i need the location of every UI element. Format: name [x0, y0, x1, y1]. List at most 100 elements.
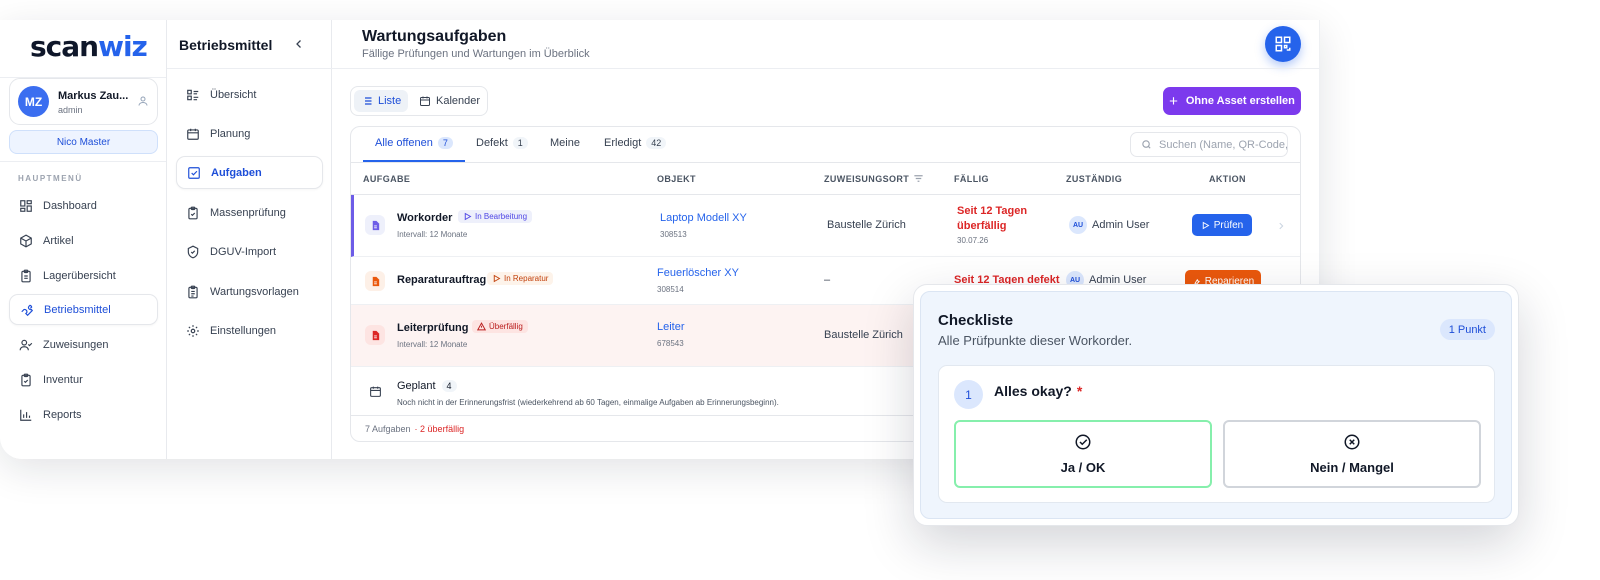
- answer-yes-button[interactable]: Ja / OK: [954, 420, 1212, 488]
- planned-count: 4: [441, 380, 457, 392]
- answer-no-button[interactable]: Nein / Mangel: [1223, 420, 1481, 488]
- qr-scan-button[interactable]: [1265, 26, 1301, 62]
- tab-count: 7: [437, 137, 453, 149]
- sidebar-item-reports[interactable]: Reports: [9, 399, 158, 430]
- checklist-title: Checkliste: [938, 312, 1014, 329]
- subnav-item-dguv-import[interactable]: DGUV-Import: [176, 235, 323, 268]
- column-header: AKTION: [1209, 174, 1246, 184]
- filter-icon[interactable]: [913, 173, 924, 184]
- sidebar-item-label: Artikel: [43, 234, 74, 247]
- page-subtitle: Fällige Prüfungen und Wartungen im Überb…: [362, 48, 590, 60]
- document-icon: [365, 271, 385, 291]
- subnav-item-label: Übersicht: [210, 88, 257, 101]
- subnav-item-wartungsvorlagen[interactable]: Wartungsvorlagen: [176, 275, 323, 308]
- required-mark: *: [1076, 383, 1083, 399]
- dashboard-icon: [20, 199, 32, 212]
- subnav-item-einstellungen[interactable]: Einstellungen: [176, 314, 323, 347]
- assignee-avatar: AU: [1069, 216, 1087, 234]
- clipboard-check-icon: [188, 206, 198, 219]
- x-circle-icon: [1344, 434, 1360, 450]
- subnav-item-uebersicht[interactable]: Übersicht: [176, 78, 323, 111]
- sidebar-item-lageruebersicht[interactable]: Lagerübersicht: [9, 260, 158, 291]
- tab-meine[interactable]: Meine: [550, 137, 580, 149]
- subnav-item-massenpruefung[interactable]: Massenprüfung: [176, 196, 323, 229]
- calendar-icon: [420, 96, 430, 106]
- view-list-label: Liste: [378, 95, 402, 107]
- object-link[interactable]: Laptop Modell XY: [660, 212, 747, 224]
- object-link[interactable]: Leiter: [657, 321, 685, 333]
- subnav-item-planung[interactable]: Planung: [176, 117, 323, 150]
- view-toggle: Liste Kalender: [350, 86, 488, 116]
- create-without-asset-button[interactable]: + Ohne Asset erstellen: [1163, 87, 1301, 115]
- sidebar-item-label: Reports: [43, 408, 82, 421]
- tab-alle-offenen[interactable]: Alle offenen 7: [375, 137, 453, 149]
- subnav-title: Betriebsmittel: [179, 37, 273, 53]
- tab-label: Erledigt: [604, 137, 642, 149]
- status-badge: In Reparatur: [487, 272, 554, 285]
- sidebar-item-inventur[interactable]: Inventur: [9, 364, 158, 395]
- overdue-count: · 2 überfällig: [414, 423, 465, 434]
- chevron-left-icon[interactable]: [293, 38, 305, 50]
- object-id: 308514: [657, 285, 684, 294]
- task-name: Reparaturauftrag: [397, 274, 487, 286]
- search-input[interactable]: Suchen (Name, QR-Code, ...: [1130, 132, 1288, 157]
- sidebar-item-label: Lagerübersicht: [43, 269, 116, 282]
- view-list-button[interactable]: Liste: [354, 90, 409, 112]
- sidebar-item-label: Dashboard: [43, 199, 97, 212]
- divider: [332, 68, 1319, 69]
- tab-defekt[interactable]: Defekt 1: [476, 137, 528, 149]
- calendar-icon: [187, 128, 199, 140]
- answer-yes-label: Ja / OK: [1060, 460, 1106, 475]
- box-icon: [20, 233, 32, 248]
- task-name: Leiterprüfung: [397, 322, 469, 334]
- view-calendar-label: Kalender: [436, 95, 481, 107]
- scanwiz-logo[interactable]: scanwiz: [30, 30, 148, 63]
- plus-icon: +: [1169, 92, 1178, 110]
- user-card[interactable]: MZ Markus Zau... admin: [9, 78, 158, 125]
- sidebar-item-zuweisungen[interactable]: Zuweisungen: [9, 329, 158, 360]
- column-header: ZUWEISUNGSORT: [824, 174, 910, 184]
- sidebar-item-label: Zuweisungen: [43, 338, 109, 351]
- subnav-item-label: Aufgaben: [211, 166, 262, 179]
- sidebar-item-dashboard[interactable]: Dashboard: [9, 190, 158, 221]
- checklist-card: Checkliste Alle Prüfpunkte dieser Workor…: [913, 284, 1519, 526]
- user-role: admin: [58, 105, 83, 115]
- tab-erledigt[interactable]: Erledigt 42: [604, 137, 667, 149]
- list-icon: [187, 89, 199, 100]
- table-row[interactable]: Workorder In Bearbeitung Intervall: 12 M…: [351, 195, 1300, 257]
- column-header: FÄLLIG: [954, 174, 989, 184]
- bar-chart-icon: [20, 409, 32, 421]
- due-date: 30.07.26: [957, 236, 989, 245]
- planned-label: Geplant 4: [397, 380, 457, 392]
- chevron-right-icon[interactable]: [1276, 221, 1286, 231]
- pruefen-button[interactable]: Prüfen: [1192, 214, 1252, 236]
- sidebar-item-artikel[interactable]: Artikel: [9, 225, 158, 256]
- object-id: 678543: [657, 339, 684, 348]
- play-icon: [464, 212, 472, 221]
- object-link[interactable]: Feuerlöscher XY: [657, 267, 739, 279]
- sidebar-item-betriebsmittel[interactable]: Betriebsmittel: [9, 294, 158, 325]
- tab-label: Alle offenen: [375, 137, 433, 149]
- subnav-item-aufgaben[interactable]: Aufgaben: [176, 156, 323, 189]
- status-label: In Reparatur: [504, 274, 549, 283]
- assignee: AU Admin User: [1069, 216, 1149, 234]
- subnav-item-label: DGUV-Import: [210, 245, 277, 258]
- task-name: Workorder: [397, 212, 453, 224]
- search-placeholder: Suchen (Name, QR-Code, ...: [1159, 138, 1288, 151]
- user-check-icon: [19, 339, 33, 350]
- column-header: AUFGABE: [363, 174, 411, 184]
- subnav-item-label: Planung: [210, 127, 251, 140]
- gear-icon: [187, 324, 199, 337]
- create-label: Ohne Asset erstellen: [1185, 95, 1295, 107]
- tenant-badge[interactable]: Nico Master: [9, 130, 158, 154]
- user-icon: [138, 96, 148, 106]
- location: –: [824, 274, 831, 286]
- tab-label: Meine: [550, 137, 580, 149]
- divider: [167, 68, 332, 69]
- checkbox-icon: [188, 166, 200, 179]
- checklist-subtitle: Alle Prüfpunkte dieser Workorder.: [938, 333, 1133, 348]
- list-icon: [362, 97, 372, 105]
- user-name: Markus Zau...: [58, 90, 129, 102]
- column-header: OBJEKT: [657, 174, 696, 184]
- view-calendar-button[interactable]: Kalender: [412, 90, 487, 112]
